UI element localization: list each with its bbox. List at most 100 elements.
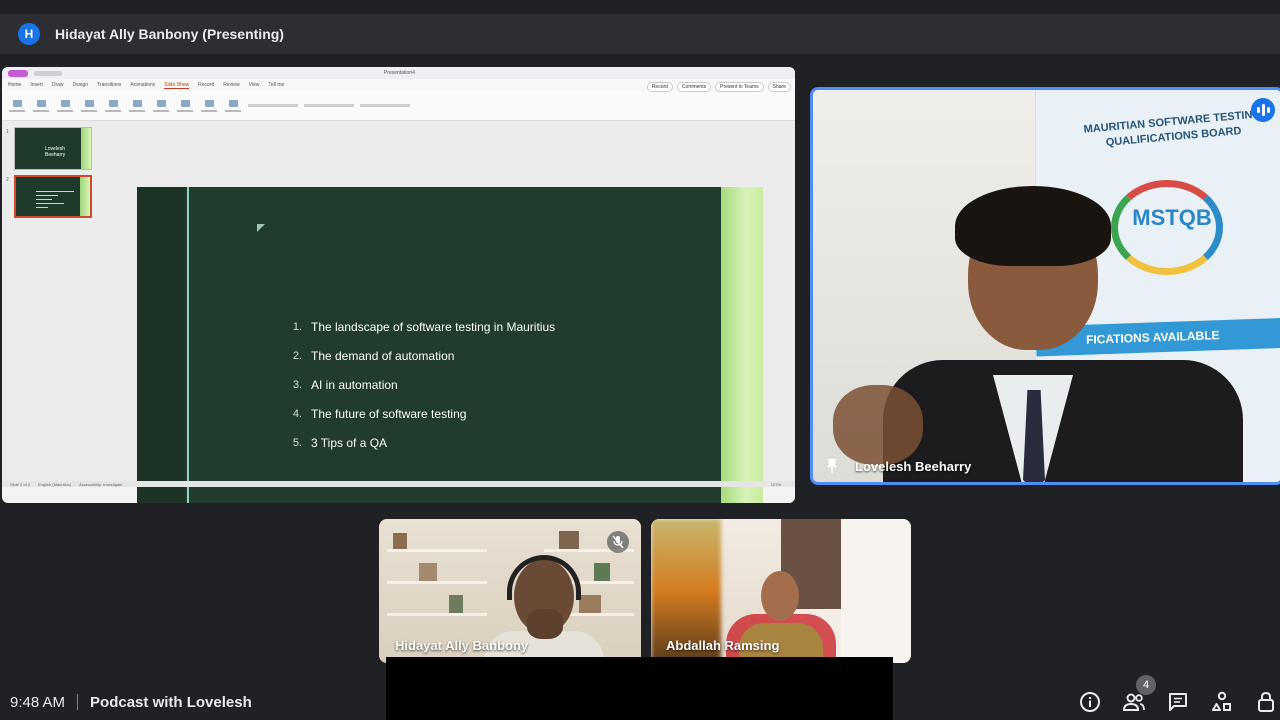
shelf-item (559, 531, 579, 549)
shared-screen[interactable]: Presentation4 Home Insert Draw Design Tr… (2, 67, 795, 503)
shelf (387, 581, 487, 584)
ppt-menu-slideshow: Slide Show (164, 81, 190, 89)
ribbon-play-icon (8, 99, 26, 112)
slide-left-band (137, 187, 185, 503)
chat-button[interactable] (1166, 690, 1190, 714)
ppt-ribbon (2, 91, 795, 121)
slide-canvas: 1. The landscape of software testing in M… (137, 187, 763, 503)
ppt-menu-view: View (248, 82, 260, 88)
ribbon-options-line (248, 104, 298, 107)
video-background (841, 519, 911, 663)
ribbon-setup-icon (152, 99, 170, 112)
speaker-hand (833, 385, 923, 465)
ppt-menu-transitions: Transitions (97, 82, 122, 88)
people-button[interactable]: 4 (1122, 675, 1156, 714)
speaking-icon (1251, 98, 1275, 122)
ribbon-options-line (304, 104, 354, 107)
agenda-item: 5. 3 Tips of a QA (292, 435, 388, 450)
host-controls-button[interactable] (1254, 690, 1278, 714)
thumb-title: Lovelesh Beeharry (45, 146, 66, 158)
banner-title: MAURITIAN SOFTWARE TESTING QUALIFICATION… (1083, 108, 1262, 149)
ppt-logo-icon (8, 69, 28, 77)
agenda-item: 1. The landscape of software testing in M… (292, 319, 556, 334)
ribbon-timings-icon (200, 99, 218, 112)
ppt-menu-home: Home (8, 82, 22, 88)
shelf (387, 549, 487, 552)
shelf-item (594, 563, 610, 581)
participant-name: Hidayat Ally Banbony (395, 638, 529, 653)
chat-icon (1169, 693, 1187, 711)
shelf-item (393, 533, 407, 549)
slide-right-band (721, 187, 763, 503)
divider (77, 694, 79, 710)
ppt-body: 1 Lovelesh Beeharry 2 1. The landscape o… (2, 121, 795, 503)
info-icon (1080, 692, 1100, 712)
activities-button[interactable] (1210, 690, 1234, 714)
ppt-menu-record: Record (198, 82, 215, 88)
ppt-menu-insert: Insert (30, 82, 43, 88)
ribbon-presenter-view-icon (56, 99, 74, 112)
ppt-statusbar: Slide 2 of 2 English (Mauritius) Accessi… (2, 481, 795, 487)
slide-thumbnail-2 (14, 175, 92, 218)
ppt-menubar: Home Insert Draw Design Transitions Anim… (2, 79, 795, 92)
participant-face (761, 571, 799, 621)
participant-hand (527, 609, 563, 639)
ppt-comments-button: Comments (676, 82, 712, 92)
ppt-present-teams-button: Present in Teams (715, 82, 764, 92)
agenda-item: 2. The demand of automation (292, 348, 455, 363)
slide-divider (187, 187, 189, 503)
presenter-avatar: H (18, 23, 40, 45)
ribbon-hide-slide-icon (176, 99, 194, 112)
thumb-number: 2 (6, 177, 9, 183)
participant-tile-main[interactable]: MAURITIAN SOFTWARE TESTING QUALIFICATION… (810, 87, 1280, 485)
meeting-details-button[interactable] (1078, 690, 1102, 714)
language: English (Mauritius) (38, 481, 72, 487)
ppt-menu-tellme: Tell me (268, 82, 285, 88)
agenda-item: 4. The future of software testing (292, 406, 467, 421)
ppt-record-button: Record (646, 82, 673, 92)
activities-icon (1212, 691, 1231, 711)
ribbon-present-teams-icon (80, 99, 98, 112)
logo-text: MSTQB (1132, 205, 1212, 230)
ppt-menu-animations: Animations (130, 82, 156, 88)
agenda-item: 3. AI in automation (292, 377, 398, 392)
shelf-item (579, 595, 601, 613)
zoom-level: 107% (770, 481, 781, 487)
ribbon-record-icon (224, 99, 242, 112)
ppt-titlebar: Presentation4 (2, 67, 795, 79)
accessibility: Accessibility: Investigate (79, 481, 123, 487)
shelf-item (419, 563, 437, 581)
ribbon-custom-show-icon (104, 99, 122, 112)
black-overlay (386, 657, 893, 720)
ppt-menu-review: Review (223, 82, 240, 88)
ribbon-options-line (360, 104, 410, 107)
presenter-label: Hidayat Ally Banbony (Presenting) (55, 26, 284, 42)
ribbon-rehearse-icon (128, 99, 146, 112)
ppt-quick-access (34, 70, 62, 76)
ppt-share-button: Share (767, 82, 791, 92)
shelf-item (449, 595, 463, 613)
presenter-bar: H Hidayat Ally Banbony (Presenting) (0, 14, 1280, 54)
ppt-menu-design: Design (72, 82, 89, 88)
meeting-title: Podcast with Lovelesh (90, 693, 252, 711)
ribbon-play-current-icon (32, 99, 50, 112)
pin-icon[interactable] (825, 458, 839, 474)
shelf (387, 613, 487, 616)
slide-count: Slide 2 of 2 (10, 481, 31, 487)
participant-name: Abdallah Ramsing (666, 638, 780, 653)
ppt-document-title: Presentation4 (384, 70, 415, 76)
participant-name: Lovelesh Beeharry (855, 459, 972, 474)
participant-tile-abdallah[interactable]: Abdallah Ramsing (651, 519, 911, 663)
cursor-icon (257, 224, 265, 232)
slide-agenda: 1. The landscape of software testing in M… (282, 312, 555, 457)
mstqb-logo: MSTQB (1091, 170, 1241, 280)
clock-time: 9:48 AM (10, 693, 66, 711)
host-controls-icon (1258, 691, 1274, 712)
mic-off-icon (607, 531, 629, 553)
participant-tile-hidayat[interactable]: Hidayat Ally Banbony (379, 519, 641, 663)
ppt-menu-draw: Draw (51, 82, 64, 88)
meeting-info: 9:48 AM Podcast with Lovelesh (10, 692, 252, 712)
thumb-number: 1 (6, 129, 9, 135)
meeting-controls: 4 (1078, 675, 1280, 716)
people-count-badge: 4 (1136, 675, 1156, 695)
